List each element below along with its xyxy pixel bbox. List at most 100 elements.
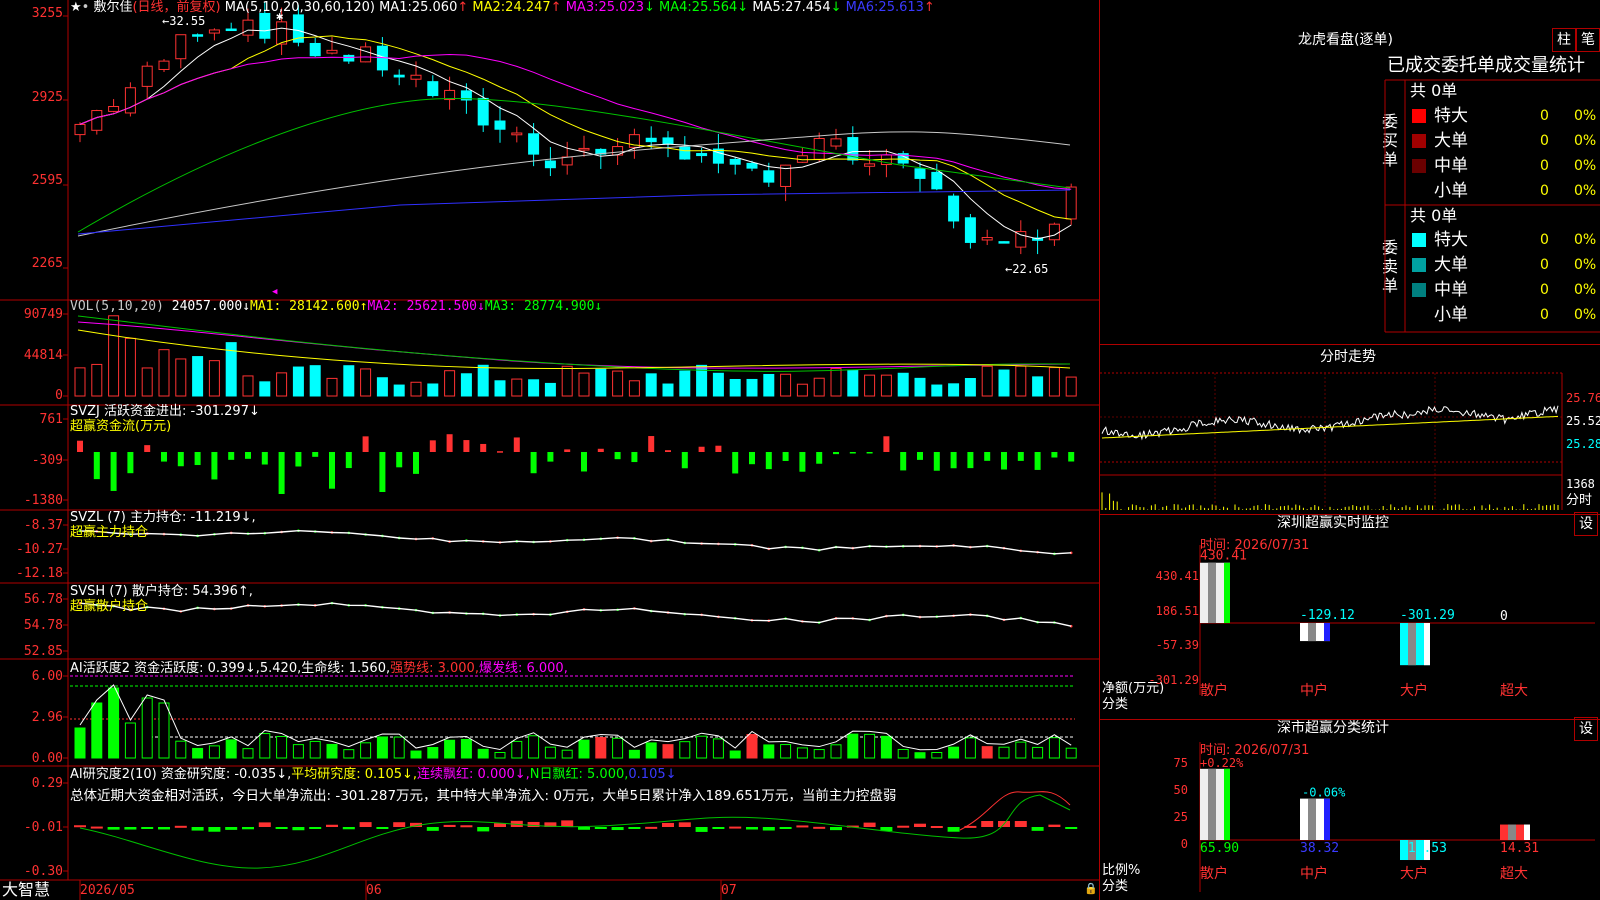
ai2-summary: 总体近期大资金相对活跃，今日大单净流出: -301.287万元，其中特大单净流入…: [70, 788, 897, 804]
fund-flow-bar: [698, 446, 705, 452]
fund-flow-bar: [1001, 452, 1007, 470]
volume-bar: [813, 377, 825, 397]
retail-holding-line: [79, 602, 1072, 627]
sell-row-percent: 0%: [1574, 307, 1597, 323]
candle-body: [528, 133, 540, 155]
panel-divider: [1100, 719, 1600, 720]
sz-monitor-panel: 深圳超赢实时监控 设 时间: 2026/07/31 430.41 186.51 …: [1100, 512, 1600, 720]
candle-body: [746, 162, 758, 169]
ai1-title: AI活跃度2 资金活跃度: 0.399↓,5.420,生命线: 1.560,: [70, 661, 391, 676]
activity-bar: [645, 742, 657, 759]
ai2-ylabel: -0.01: [23, 820, 63, 835]
svzl-ylabel: -10.27: [16, 542, 63, 557]
column-view-button[interactable]: 柱: [1552, 28, 1576, 52]
research-bar: [225, 827, 238, 830]
favorite-star-icon[interactable]: ★: [70, 0, 82, 15]
fund-flow-bar: [530, 452, 537, 474]
panel-divider: [1100, 514, 1600, 515]
vol-header: VOL(5,10,20) 24057.000↓MA1: 28142.600↑MA…: [70, 299, 602, 314]
activity-bar: [242, 748, 254, 759]
chart-canvas[interactable]: ✱◀: [0, 0, 1100, 900]
candle-body: [981, 237, 993, 241]
research-bar: [309, 827, 322, 829]
activity-bar: [410, 750, 422, 759]
kline-ylabel: 2265: [31, 256, 63, 271]
activity-bar: [1065, 747, 1077, 759]
volume-bar: [108, 315, 120, 397]
panel-divider: [1100, 344, 1600, 345]
ma4-label: MA4:: [659, 0, 692, 15]
candle-body: [544, 160, 556, 169]
ma5-label: MA5:: [752, 0, 786, 15]
ai1-burst-line: 爆发线: 6.000,: [478, 661, 568, 676]
activity-bar: [276, 735, 288, 759]
intraday-panel[interactable]: 分时走势 25.76 25.52 25.28 1368 分时: [1100, 345, 1600, 515]
bar-超大: [1500, 824, 1530, 840]
research-bar: [1014, 821, 1027, 827]
stock-name: 敷尔佳: [93, 0, 133, 15]
bar-value-label: 430.41: [1200, 549, 1247, 564]
sell-row-percent: 0%: [1574, 257, 1597, 273]
fund-flow-bar: [295, 452, 302, 467]
candle-body: [74, 123, 86, 136]
bar-edge: [1324, 623, 1330, 642]
fund-flow-bar: [614, 452, 621, 460]
high-price-marker: ←32.55: [162, 14, 206, 28]
bar-shade: [1208, 768, 1216, 840]
svzl-title: SVZL (7) 主力持仓: -11.219↓,: [70, 510, 256, 525]
volume-bar: [914, 377, 926, 397]
fund-flow-bar: [833, 452, 839, 455]
research-bar: [897, 825, 910, 828]
buy-row-percent: 0%: [1574, 183, 1597, 199]
buy-swatch-1: [1412, 134, 1426, 148]
volume-bar: [1048, 367, 1060, 397]
activity-bar: [964, 737, 976, 759]
bar-shade: [1408, 623, 1416, 666]
research-bar: [662, 822, 674, 827]
tick-view-button[interactable]: 笔: [1576, 28, 1600, 52]
research-bar: [729, 826, 742, 829]
fund-flow-bar: [967, 452, 974, 469]
candle-body: [645, 137, 657, 143]
research-bar: [124, 827, 137, 830]
activity-bar: [612, 737, 624, 759]
fund-flow-bar: [463, 440, 470, 452]
volume-bar: [679, 370, 691, 397]
volume-bar: [360, 368, 372, 397]
candle-body: [561, 156, 573, 166]
buy-swatch-0: [1412, 109, 1426, 123]
fund-flow-bar: [446, 434, 453, 452]
sz-class-panel: 深市超赢分类统计 设 时间: 2026/07/31 75 50 25 0 比例%…: [1100, 717, 1600, 900]
candle-body: [326, 49, 338, 54]
volume-bar: [444, 370, 456, 397]
research-bar: [90, 826, 103, 829]
candle-body: [309, 42, 321, 57]
intraday-title: 分时走势: [1320, 349, 1376, 365]
volume-bar: [595, 368, 607, 397]
ma-params: MA(5,10,20,30,60,120): [224, 0, 375, 15]
research-bar: [1031, 827, 1044, 831]
svzl-ylabel: -12.18: [16, 566, 63, 581]
sell-row-count: 0: [1540, 232, 1549, 248]
candle-body: [948, 195, 960, 222]
research-line: [79, 794, 1071, 869]
activity-bar: [427, 746, 439, 759]
volume-bar: [712, 372, 724, 397]
svsh-subtitle: 超赢散户持仓: [70, 599, 149, 614]
brand-logo[interactable]: 大智慧: [2, 881, 50, 899]
activity-bar: [309, 740, 321, 759]
ma6-label: MA6:: [845, 0, 879, 15]
candle-body: [393, 74, 405, 78]
fund-flow-bar: [1051, 452, 1058, 458]
fund-flow-bar: [144, 445, 151, 452]
ma2-label: MA2:: [472, 0, 506, 15]
activity-bar: [729, 750, 741, 759]
main-chart-area[interactable]: ✱ ◀ ★• 敷尔佳(日线，前复权) MA(5,10,20,30,60,120) …: [0, 0, 1100, 900]
ma6-arrow: ↑: [923, 0, 935, 15]
class-bar-chart: 65.90 +0.22% 散户 38.32 -0.06% 中户 -18.53 大户 14.31 超…: [1199, 742, 1595, 892]
lock-icon[interactable]: 🔒: [1084, 881, 1098, 896]
bar-category: 超大: [1500, 866, 1528, 882]
ma5-value: 27.454: [785, 0, 831, 15]
activity-bar: [931, 752, 943, 759]
chart-mode[interactable]: (日线，前复权): [132, 0, 220, 15]
